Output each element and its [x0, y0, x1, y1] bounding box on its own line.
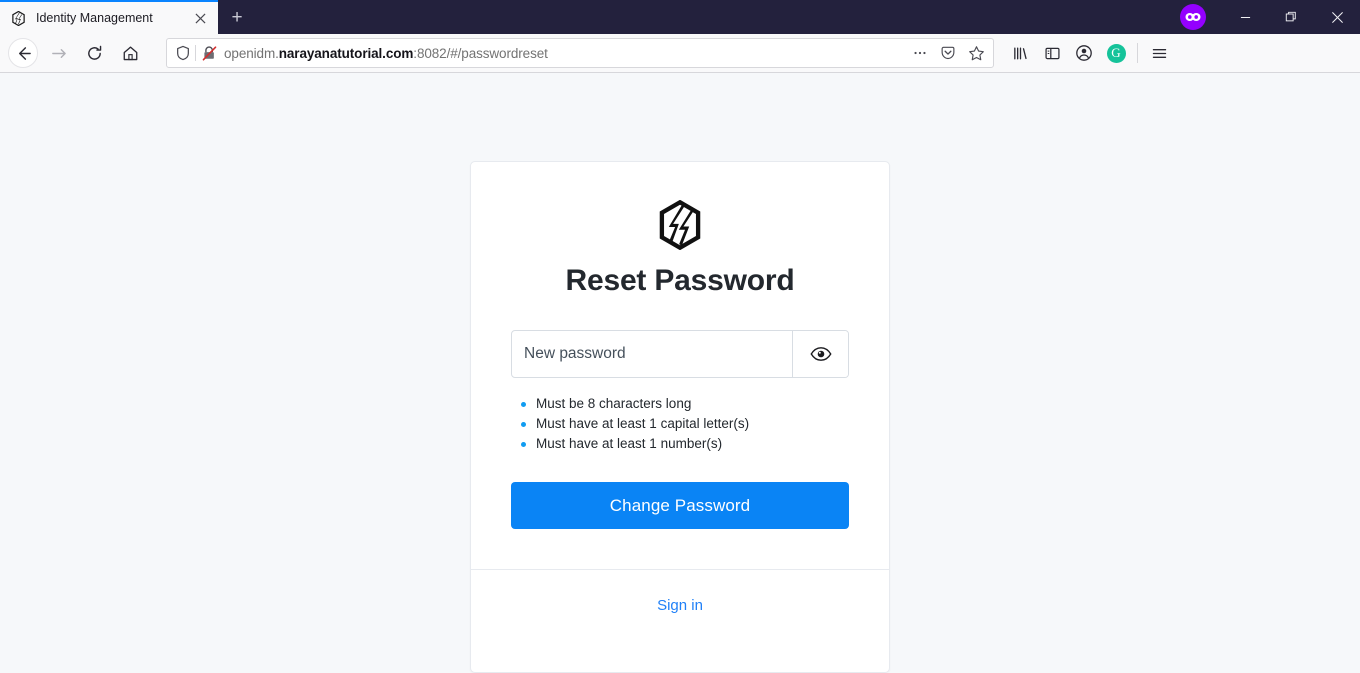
password-requirements-list: Must be 8 characters long Must have at l…: [511, 394, 849, 454]
home-icon[interactable]: [114, 38, 146, 68]
sign-in-link[interactable]: Sign in: [657, 597, 703, 614]
grammarly-badge-label: G: [1106, 43, 1126, 63]
tab-title-label: Identity Management: [36, 11, 153, 25]
card-body: Reset Password Must be 8 characters long…: [471, 162, 889, 569]
tab-strip: Identity Management +: [0, 0, 256, 34]
insecure-connection-icon[interactable]: [201, 45, 218, 62]
browser-tab-identity-management[interactable]: Identity Management: [0, 0, 218, 34]
new-password-input-group: [511, 330, 849, 378]
browser-navigation-toolbar: openidm.narayanatutorial.com:8082/#/pass…: [0, 34, 1360, 73]
reload-icon[interactable]: [78, 38, 110, 68]
account-icon[interactable]: [1068, 38, 1100, 68]
browser-title-bar: Identity Management +: [0, 0, 1360, 34]
forward-arrow-icon[interactable]: [42, 38, 74, 68]
forgerock-logo-icon: [511, 200, 849, 250]
library-icon[interactable]: [1004, 38, 1036, 68]
url-text: openidm.narayanatutorial.com:8082/#/pass…: [218, 46, 907, 61]
pocket-save-icon[interactable]: [935, 40, 961, 66]
window-controls: [1180, 0, 1360, 34]
requirement-item: Must have at least 1 capital letter(s): [519, 414, 849, 434]
private-mask-icon[interactable]: [1180, 4, 1206, 30]
ellipsis-icon[interactable]: [907, 40, 933, 66]
tab-close-icon[interactable]: [191, 9, 210, 28]
star-bookmark-icon[interactable]: [963, 40, 989, 66]
page-title: Reset Password: [565, 264, 795, 297]
page-viewport: Reset Password Must be 8 characters long…: [0, 73, 1360, 673]
back-arrow-icon[interactable]: [8, 38, 38, 68]
url-address-bar[interactable]: openidm.narayanatutorial.com:8082/#/pass…: [166, 38, 994, 68]
url-suffix: :8082/#/passwordreset: [413, 45, 548, 61]
reset-password-card: Reset Password Must be 8 characters long…: [470, 161, 890, 673]
new-tab-button[interactable]: +: [218, 0, 256, 34]
window-close-button[interactable]: [1314, 0, 1360, 34]
url-prefix: openidm.: [224, 45, 279, 61]
forgerock-favicon-icon: [10, 10, 27, 27]
requirement-item: Must have at least 1 number(s): [519, 434, 849, 454]
window-minimize-button[interactable]: [1222, 0, 1268, 34]
toolbar-divider: [1137, 43, 1138, 63]
card-footer: Sign in: [471, 569, 889, 641]
hamburger-menu-icon[interactable]: [1143, 38, 1175, 68]
url-host: narayanatutorial.com: [278, 45, 414, 61]
grammarly-extension-icon[interactable]: G: [1100, 38, 1132, 68]
tracking-protection-shield-icon[interactable]: [175, 45, 191, 61]
sidebar-icon[interactable]: [1036, 38, 1068, 68]
change-password-button[interactable]: Change Password: [511, 482, 849, 529]
requirement-item: Must be 8 characters long: [519, 394, 849, 414]
window-restore-button[interactable]: [1268, 0, 1314, 34]
url-divider: [195, 45, 196, 61]
toolbar-right-group: G: [1004, 38, 1175, 68]
url-action-group: [907, 40, 989, 66]
eye-icon[interactable]: [792, 331, 848, 377]
new-password-input[interactable]: [512, 331, 792, 377]
